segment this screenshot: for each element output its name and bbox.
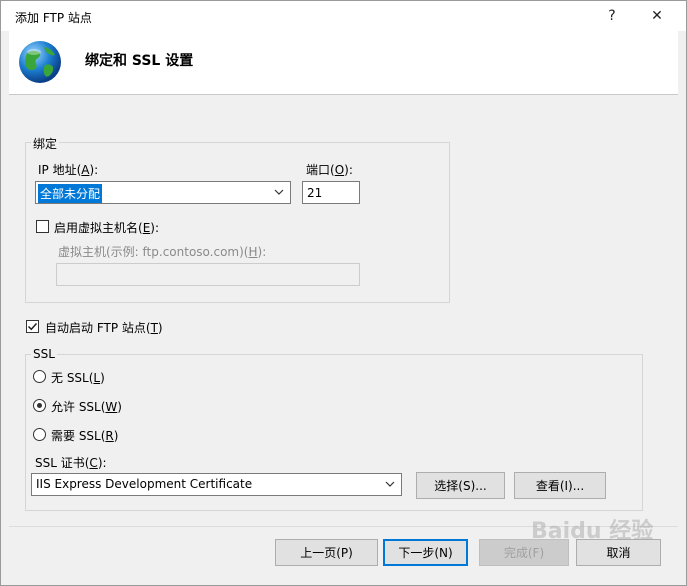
port-input[interactable]: 21 [302,181,360,204]
autostart-checkbox[interactable] [26,320,39,333]
add-ftp-site-dialog: 添加 FTP 站点 ? ✕ 绑定和 SSL 设置 绑定 IP 地址(A): 全部… [0,0,687,586]
globe-icon [19,41,61,83]
ip-address-select[interactable]: 全部未分配 [35,181,291,204]
autostart-label: 自动启动 FTP 站点(T) [45,321,163,335]
chevron-down-icon [385,481,395,487]
ssl-cert-select[interactable]: IIS Express Development Certificate [31,473,402,496]
port-label: 端口(O): [306,163,353,177]
ssl-cert-value: IIS Express Development Certificate [36,477,253,491]
ssl-cert-label: SSL 证书(C): [35,456,107,470]
binding-legend: 绑定 [31,135,60,152]
select-cert-button[interactable]: 选择(S)... [416,472,505,499]
ssl-require-radio[interactable] [33,428,46,441]
window-title: 添加 FTP 站点 [15,11,92,25]
virtual-host-label: 虚拟主机(示例: ftp.contoso.com)(H): [58,245,267,259]
footer-separator [9,526,678,527]
ip-address-label: IP 地址(A): [38,163,99,177]
virtual-host-input[interactable] [56,263,360,286]
cancel-button[interactable]: 取消 [576,539,661,566]
wizard-header: 绑定和 SSL 设置 [9,31,678,95]
ssl-none-label: 无 SSL(L) [51,371,105,385]
checkmark-icon [27,322,38,331]
ssl-legend: SSL [31,347,57,361]
close-button[interactable]: ✕ [635,1,679,31]
enable-virtual-host-label: 启用虚拟主机名(E): [54,221,160,235]
ip-address-value: 全部未分配 [38,184,103,203]
title-bar: 添加 FTP 站点 ? ✕ [1,1,686,31]
ssl-allow-radio[interactable] [33,399,46,412]
chevron-down-icon [274,189,284,195]
ssl-require-label: 需要 SSL(R) [51,429,119,443]
help-button[interactable]: ? [590,1,634,31]
enable-virtual-host-checkbox[interactable] [36,220,49,233]
ssl-allow-label: 允许 SSL(W) [51,400,122,414]
header-gutter [1,31,9,95]
next-button[interactable]: 下一步(N) [383,539,468,566]
page-title: 绑定和 SSL 设置 [85,53,194,69]
view-cert-button[interactable]: 查看(I)... [514,472,606,499]
ssl-none-radio[interactable] [33,370,46,383]
previous-button[interactable]: 上一页(P) [275,539,378,566]
radio-selected-dot [37,403,42,408]
finish-button[interactable]: 完成(F) [479,539,569,566]
